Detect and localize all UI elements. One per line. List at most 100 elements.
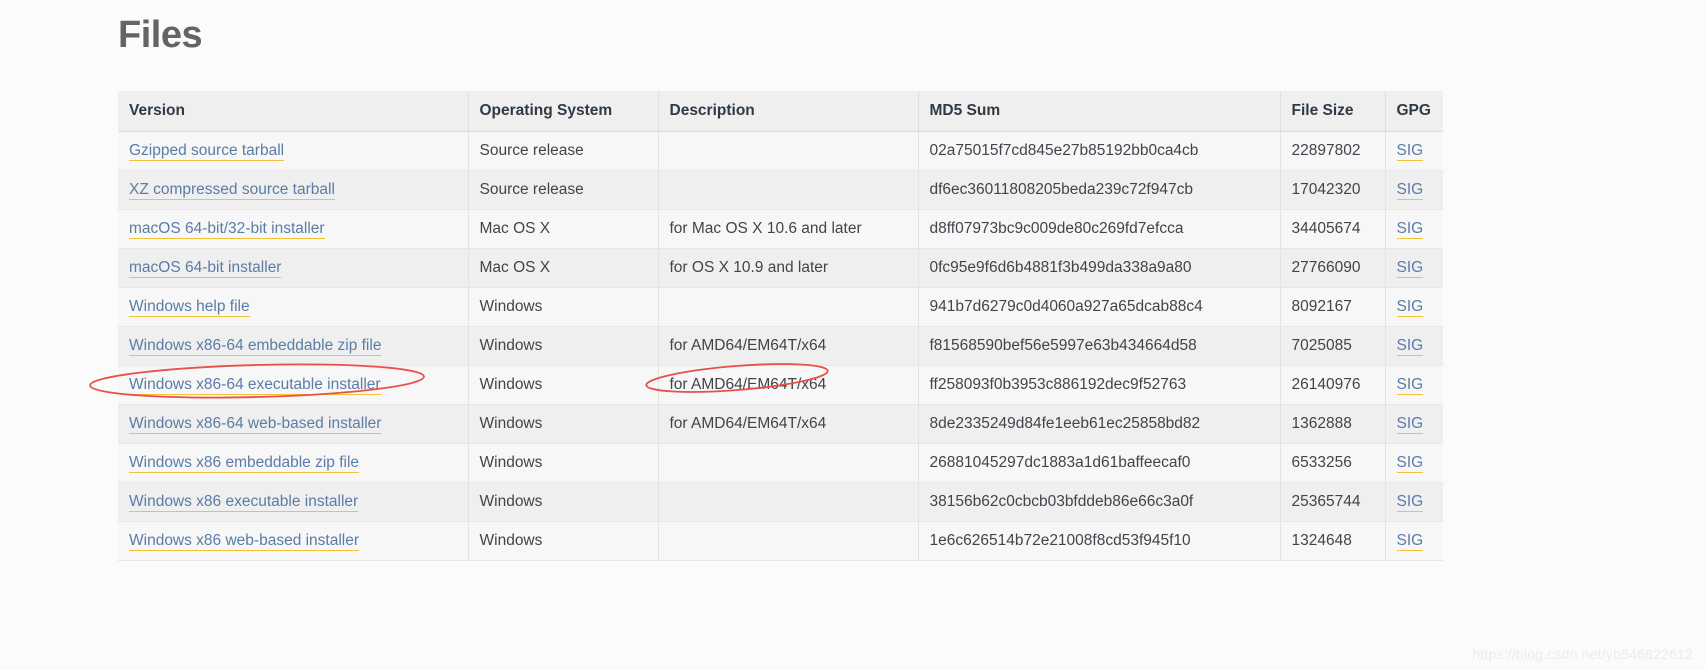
cell-file-size: 7025085 (1280, 326, 1386, 366)
sig-link[interactable]: SIG (1396, 258, 1424, 278)
download-link[interactable]: Gzipped source tarball (129, 141, 285, 161)
cell-gpg: SIG (1385, 287, 1443, 327)
sig-link[interactable]: SIG (1396, 414, 1424, 434)
download-link[interactable]: Windows help file (129, 297, 250, 317)
table-body: Gzipped source tarball Source release 02a7… (118, 131, 1443, 561)
files-table: Version Operating System Description MD5… (118, 91, 1443, 561)
cell-version: macOS 64-bit installer (118, 248, 469, 288)
cell-description: for AMD64/EM64T/x64 (658, 404, 919, 444)
cell-description: for Mac OS X 10.6 and later (658, 209, 919, 249)
cell-file-size: 1324648 (1280, 521, 1386, 561)
cell-gpg: SIG (1385, 326, 1443, 366)
download-link[interactable]: Windows x86-64 web-based installer (129, 414, 382, 434)
table-row: Windows x86-64 web-based installer Window… (118, 404, 1443, 444)
cell-md5-sum: 941b7d6279c0d4060a927a65dcab88c4 (918, 287, 1281, 327)
cell-description (658, 287, 919, 327)
cell-md5-sum: 0fc95e9f6d6b4881f3b499da338a9a80 (918, 248, 1281, 288)
sig-link[interactable]: SIG (1396, 492, 1424, 512)
table-row: macOS 64-bit/32-bit installer Mac OS Xfor… (118, 209, 1443, 249)
cell-md5-sum: ff258093f0b3953c886192dec9f52763 (918, 365, 1281, 405)
files-page: Files Version Operating System Descripti… (0, 0, 1705, 670)
sig-link[interactable]: SIG (1396, 531, 1424, 551)
cell-version: Windows x86-64 embeddable zip file (118, 326, 469, 366)
cell-md5-sum: 02a75015f7cd845e27b85192bb0ca4cb (918, 131, 1281, 171)
table-row: Windows x86-64 embeddable zip file Window… (118, 326, 1443, 366)
download-link[interactable]: XZ compressed source tarball (129, 180, 335, 200)
cell-operating-system: Windows (468, 482, 659, 522)
sig-link[interactable]: SIG (1396, 180, 1424, 200)
cell-md5-sum: 8de2335249d84fe1eeb61ec25858bd82 (918, 404, 1281, 444)
cell-description: for AMD64/EM64T/x64 (658, 365, 919, 405)
cell-operating-system: Windows (468, 404, 659, 444)
column-header-md5: MD5 Sum (918, 91, 1281, 132)
sig-link[interactable]: SIG (1396, 219, 1424, 239)
cell-operating-system: Windows (468, 365, 659, 405)
cell-md5-sum: d8ff07973bc9c009de80c269fd7efcca (918, 209, 1281, 249)
cell-md5-sum: 26881045297dc1883a1d61baffeecaf0 (918, 443, 1281, 483)
cell-gpg: SIG (1385, 404, 1443, 444)
column-header-description: Description (658, 91, 919, 132)
cell-description (658, 521, 919, 561)
cell-version: Windows x86 executable installer (118, 482, 469, 522)
download-link[interactable]: Windows x86 executable installer (129, 492, 359, 512)
cell-description (658, 443, 919, 483)
cell-file-size: 6533256 (1280, 443, 1386, 483)
cell-description: for AMD64/EM64T/x64 (658, 326, 919, 366)
table-row: macOS 64-bit installer Mac OS Xfor OS X 1… (118, 248, 1443, 288)
column-header-version: Version (118, 91, 469, 132)
table-header-row: Version Operating System Description MD5… (118, 91, 1443, 132)
watermark-text: https://blog.csdn.net/yb546822612 (1472, 646, 1693, 662)
cell-md5-sum: f81568590bef56e5997e63b434664d58 (918, 326, 1281, 366)
cell-version: Windows x86 web-based installer (118, 521, 469, 561)
cell-version: Gzipped source tarball (118, 131, 469, 171)
cell-operating-system: Windows (468, 443, 659, 483)
cell-md5-sum: df6ec36011808205beda239c72f947cb (918, 170, 1281, 210)
cell-operating-system: Mac OS X (468, 248, 659, 288)
files-table-container: Version Operating System Description MD5… (118, 91, 1443, 561)
sig-link[interactable]: SIG (1396, 141, 1424, 161)
download-link[interactable]: macOS 64-bit installer (129, 258, 282, 278)
table-row: Windows x86 web-based installer Windows 1e… (118, 521, 1443, 561)
column-header-file-size: File Size (1280, 91, 1386, 132)
cell-description (658, 170, 919, 210)
download-link[interactable]: Windows x86 embeddable zip file (129, 453, 360, 473)
table-header: Version Operating System Description MD5… (118, 91, 1443, 132)
download-link[interactable]: Windows x86 web-based installer (129, 531, 360, 551)
sig-link[interactable]: SIG (1396, 297, 1424, 317)
cell-gpg: SIG (1385, 170, 1443, 210)
sig-link[interactable]: SIG (1396, 375, 1424, 395)
cell-operating-system: Windows (468, 326, 659, 366)
cell-description (658, 482, 919, 522)
cell-file-size: 34405674 (1280, 209, 1386, 249)
table-row: Windows x86-64 executable installer Windo… (118, 365, 1443, 405)
cell-operating-system: Source release (468, 170, 659, 210)
cell-md5-sum: 38156b62c0cbcb03bfddeb86e66c3a0f (918, 482, 1281, 522)
cell-version: Windows x86 embeddable zip file (118, 443, 469, 483)
column-header-gpg: GPG (1385, 91, 1443, 132)
cell-gpg: SIG (1385, 482, 1443, 522)
table-row: Windows x86 executable installer Windows 3… (118, 482, 1443, 522)
cell-gpg: SIG (1385, 248, 1443, 288)
cell-operating-system: Source release (468, 131, 659, 171)
cell-gpg: SIG (1385, 443, 1443, 483)
cell-md5-sum: 1e6c626514b72e21008f8cd53f945f10 (918, 521, 1281, 561)
download-link[interactable]: macOS 64-bit/32-bit installer (129, 219, 325, 239)
table-row: Windows x86 embeddable zip file Windows 26… (118, 443, 1443, 483)
cell-operating-system: Windows (468, 287, 659, 327)
cell-version: macOS 64-bit/32-bit installer (118, 209, 469, 249)
page-title: Files (118, 14, 203, 56)
cell-file-size: 17042320 (1280, 170, 1386, 210)
cell-gpg: SIG (1385, 131, 1443, 171)
cell-gpg: SIG (1385, 365, 1443, 405)
cell-version: Windows x86-64 executable installer (118, 365, 469, 405)
sig-link[interactable]: SIG (1396, 336, 1424, 356)
cell-version: XZ compressed source tarball (118, 170, 469, 210)
download-link[interactable]: Windows x86-64 executable installer (129, 375, 381, 395)
download-link[interactable]: Windows x86-64 embeddable zip file (129, 336, 382, 356)
cell-file-size: 8092167 (1280, 287, 1386, 327)
cell-gpg: SIG (1385, 209, 1443, 249)
cell-file-size: 25365744 (1280, 482, 1386, 522)
cell-version: Windows help file (118, 287, 469, 327)
sig-link[interactable]: SIG (1396, 453, 1424, 473)
cell-file-size: 26140976 (1280, 365, 1386, 405)
